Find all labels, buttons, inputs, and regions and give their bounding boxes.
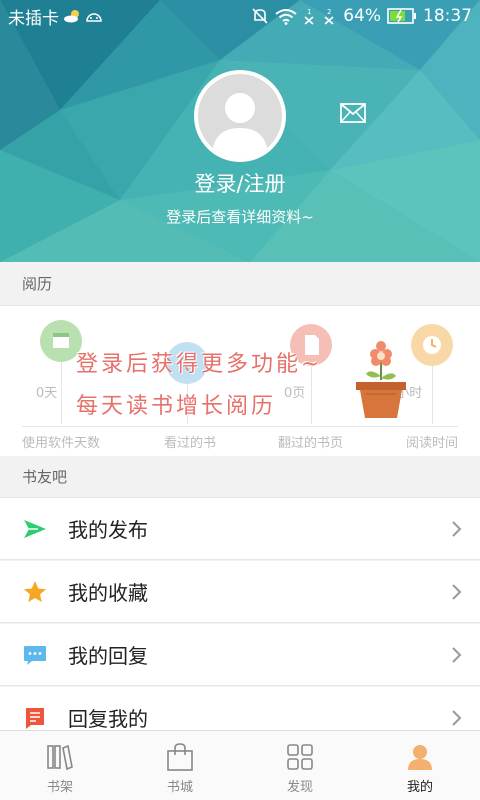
chevron-right-icon bbox=[452, 709, 462, 726]
menu-my-posts[interactable]: 我的发布 bbox=[0, 498, 480, 560]
chevron-right-icon bbox=[452, 646, 462, 663]
mute-icon bbox=[252, 8, 268, 24]
chat-bubble-icon bbox=[24, 645, 46, 665]
shopping-bag-icon bbox=[167, 743, 193, 771]
tab-bookshelf[interactable]: 书架 bbox=[0, 731, 120, 800]
login-subtitle: 登录后查看详细资料~ bbox=[166, 208, 314, 226]
tab-label: 我的 bbox=[406, 780, 433, 795]
carrier-text: 未插卡 bbox=[8, 8, 59, 29]
flower-pot-icon bbox=[356, 341, 406, 418]
svg-text:2: 2 bbox=[327, 8, 331, 16]
overlay-line-1: 登录后获得更多功能~ bbox=[76, 352, 323, 377]
grid-icon bbox=[287, 744, 313, 770]
tab-discover[interactable]: 发现 bbox=[240, 731, 360, 800]
bookshelf-icon bbox=[47, 744, 73, 771]
chevron-right-icon bbox=[452, 520, 462, 537]
reading-history-panel[interactable]: 0天 使用软件天数 看过的书 0页 翻过的书页 0小时 阅读时间 登录后获得更多… bbox=[0, 306, 480, 456]
overlay-line-2: 每天读书增长阅历 bbox=[76, 394, 277, 419]
avatar[interactable] bbox=[194, 70, 286, 162]
tab-label: 发现 bbox=[286, 780, 313, 795]
login-prompt-overlay: 登录后获得更多功能~ 每天读书增长阅历 bbox=[0, 306, 480, 456]
svg-text:1: 1 bbox=[307, 8, 311, 16]
status-bar: 未插卡 1 2 64% 18:37 bbox=[0, 0, 480, 32]
profile-header: 未插卡 1 2 64% 18:37 登录/注册 登录后查看详细资料~ bbox=[0, 0, 480, 262]
menu-label: 回复我的 bbox=[68, 707, 148, 731]
mail-icon[interactable] bbox=[340, 103, 366, 123]
sim2-no-signal-icon: 2 bbox=[324, 8, 334, 25]
clock: 18:37 bbox=[423, 6, 472, 26]
menu-label: 我的收藏 bbox=[68, 581, 148, 605]
weather-icon bbox=[64, 10, 79, 23]
default-user-icon bbox=[212, 93, 268, 158]
tab-mine[interactable]: 我的 bbox=[360, 731, 480, 800]
person-icon bbox=[408, 745, 432, 770]
wifi-icon bbox=[275, 8, 297, 25]
tab-label: 书城 bbox=[166, 780, 193, 795]
battery-percent: 64% bbox=[343, 6, 381, 26]
menu-label: 我的发布 bbox=[68, 518, 148, 542]
star-icon bbox=[24, 580, 46, 602]
menu-label: 我的回复 bbox=[68, 644, 148, 668]
login-register-link[interactable]: 登录/注册 bbox=[0, 168, 480, 198]
reply-doc-icon bbox=[26, 707, 44, 729]
chevron-right-icon bbox=[452, 583, 462, 600]
tab-label: 书架 bbox=[46, 780, 73, 795]
sim1-no-signal-icon: 1 bbox=[304, 8, 314, 25]
menu-my-replies[interactable]: 我的回复 bbox=[0, 624, 480, 686]
menu-my-favorites[interactable]: 我的收藏 bbox=[0, 561, 480, 623]
tab-bookstore[interactable]: 书城 bbox=[120, 731, 240, 800]
history-title: 阅历 bbox=[0, 262, 480, 306]
send-icon bbox=[24, 519, 46, 538]
bottom-tab-bar: 书架 书城 发现 我的 bbox=[0, 730, 480, 800]
friends-section-title: 书友吧 bbox=[0, 456, 480, 498]
android-icon bbox=[86, 13, 102, 22]
battery-icon bbox=[387, 8, 416, 24]
